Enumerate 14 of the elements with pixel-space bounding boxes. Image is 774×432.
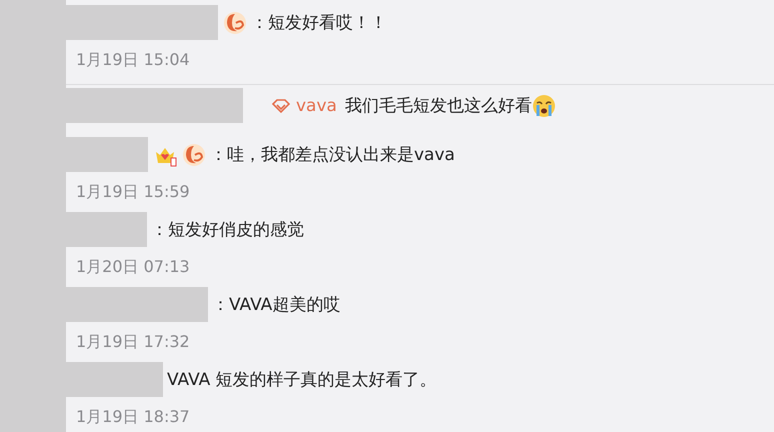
- comment-text: ：VAVA超美的哎: [212, 294, 340, 316]
- comment-text: ：哇，我都差点没认出来是vava: [210, 144, 455, 166]
- comment-time: 1月19日 15:04: [75, 49, 191, 71]
- comment-time: 1月19日 15:59: [75, 181, 191, 203]
- diamond-icon: [272, 98, 290, 112]
- comment-text: ：短发好俏皮的感觉: [151, 219, 304, 241]
- comment-time: 1月19日 18:37: [75, 406, 191, 428]
- comment-time: 1月20日 07:13: [75, 256, 191, 278]
- reply-text: 我们毛毛短发也这么好看: [344, 95, 532, 117]
- comment-text: VAVA 短发的样子真的是太好看了。: [167, 369, 437, 391]
- comment-text: ：短发好看哎！！: [251, 12, 387, 34]
- author-name[interactable]: vava: [296, 96, 337, 116]
- comment-time: 1月19日 17:32: [75, 331, 191, 353]
- crying-face-icon: [532, 94, 556, 118]
